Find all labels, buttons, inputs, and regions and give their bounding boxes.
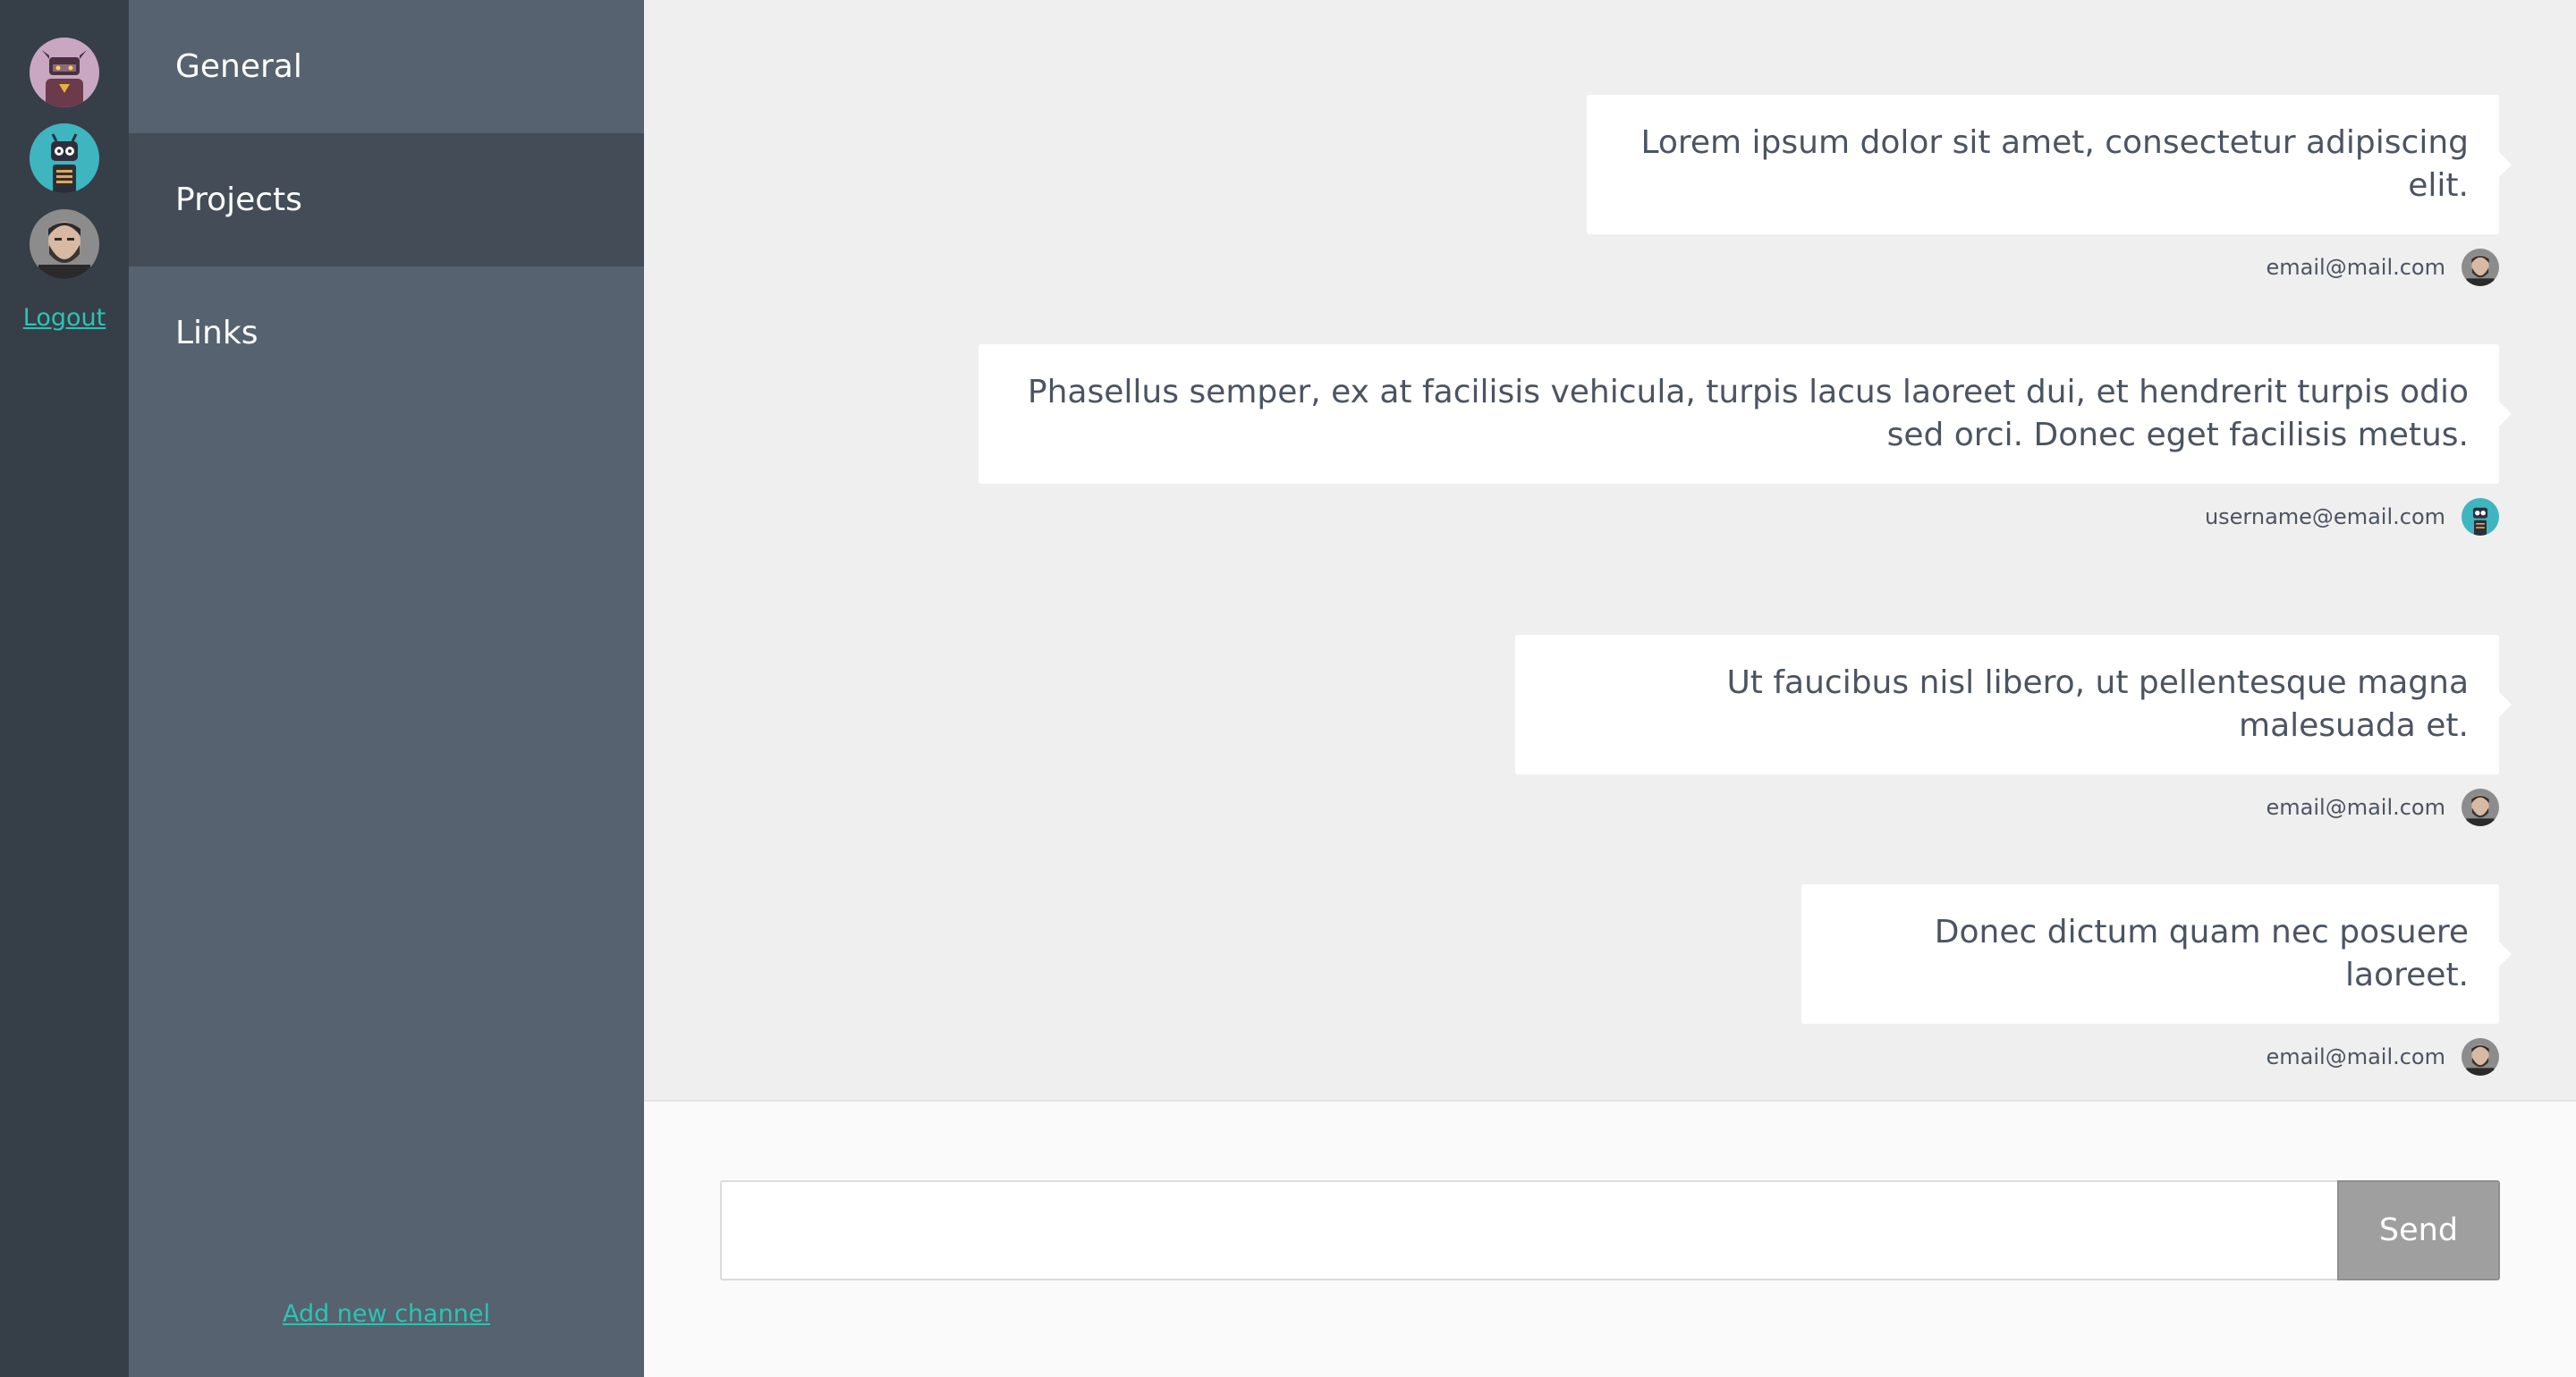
channel-list: General Projects Links Add new channel bbox=[129, 0, 644, 1377]
logout-link[interactable]: Logout bbox=[0, 304, 129, 332]
message-author: email@mail.com bbox=[2266, 795, 2446, 820]
bearded-man-avatar bbox=[2462, 789, 2499, 826]
chat-app: Logout General Projects Links Add new ch… bbox=[0, 0, 2576, 1377]
message-meta: email@mail.com bbox=[1587, 249, 2499, 286]
send-button[interactable]: Send bbox=[2337, 1180, 2500, 1280]
message-bubble: Donec dictum quam nec posuere laoreet. bbox=[1801, 884, 2512, 1024]
user-rail: Logout bbox=[0, 0, 129, 1377]
message: Phasellus semper, ex at facilisis vehicu… bbox=[979, 344, 2512, 536]
message-author: email@mail.com bbox=[2266, 255, 2446, 280]
robot-teal-avatar bbox=[2462, 498, 2499, 536]
bearded-man-avatar bbox=[2462, 249, 2499, 286]
message: Ut faucibus nisl libero, ut pellentesque… bbox=[1515, 635, 2512, 826]
message: Donec dictum quam nec posuere laoreet. e… bbox=[1801, 884, 2512, 1076]
message: Lorem ipsum dolor sit amet, consectetur … bbox=[1587, 95, 2512, 286]
channel-links[interactable]: Links bbox=[129, 266, 644, 400]
channel-general[interactable]: General bbox=[129, 0, 644, 133]
message-meta: username@email.com bbox=[979, 498, 2499, 536]
message-meta: email@mail.com bbox=[1801, 1038, 2499, 1076]
channel-projects[interactable]: Projects bbox=[129, 133, 644, 266]
message-author: username@email.com bbox=[2204, 504, 2445, 529]
message-list: Lorem ipsum dolor sit amet, consectetur … bbox=[644, 0, 2576, 1100]
message-bubble: Phasellus semper, ex at facilisis vehicu… bbox=[979, 344, 2512, 484]
message-input[interactable] bbox=[720, 1180, 2337, 1280]
message-composer: Send bbox=[644, 1100, 2576, 1377]
channel-label: General bbox=[175, 48, 302, 85]
message-bubble: Ut faucibus nisl libero, ut pellentesque… bbox=[1515, 635, 2512, 774]
robot-teal-avatar[interactable] bbox=[30, 123, 99, 193]
channel-label: Projects bbox=[175, 182, 302, 218]
bearded-man-avatar[interactable] bbox=[30, 209, 99, 279]
message-bubble: Lorem ipsum dolor sit amet, consectetur … bbox=[1587, 95, 2512, 234]
channel-label: Links bbox=[175, 315, 258, 351]
add-channel-link[interactable]: Add new channel bbox=[129, 1300, 644, 1328]
message-author: email@mail.com bbox=[2266, 1044, 2446, 1069]
message-meta: email@mail.com bbox=[1515, 789, 2499, 826]
bearded-man-avatar bbox=[2462, 1038, 2499, 1076]
robot-viking-avatar[interactable] bbox=[30, 38, 99, 107]
